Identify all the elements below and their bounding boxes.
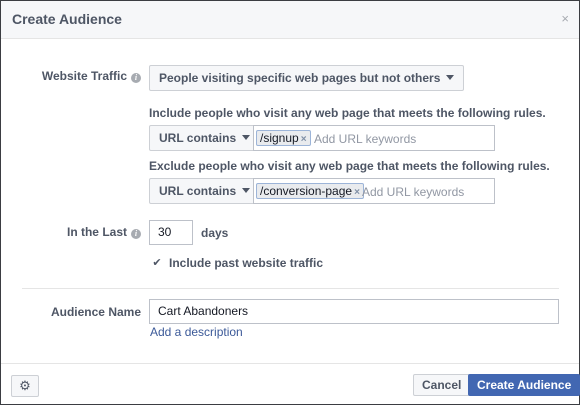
include-past-label: Include past website traffic — [169, 256, 324, 270]
footer-divider — [1, 363, 579, 364]
add-description-link[interactable]: Add a description — [150, 325, 243, 339]
info-icon[interactable]: i — [131, 73, 141, 83]
in-the-last-label-text: In the Last — [66, 225, 127, 239]
exclude-keywords-input[interactable]: /conversion-page × Add URL keywords — [253, 178, 495, 204]
cancel-button[interactable]: Cancel — [413, 374, 471, 396]
include-past-checkbox[interactable]: ✔ — [151, 257, 163, 269]
exclude-operator-dropdown[interactable]: URL contains — [149, 178, 261, 204]
exclude-keywords-placeholder: Add URL keywords — [362, 185, 465, 199]
include-keyword-token-text: /signup — [260, 131, 299, 145]
remove-token-icon[interactable]: × — [354, 187, 360, 198]
create-audience-dialog: Create Audience × Website Traffic i Peopl… — [0, 0, 580, 405]
include-keywords-input[interactable]: /signup × Add URL keywords — [253, 125, 495, 151]
include-keywords-placeholder: Add URL keywords — [314, 132, 417, 146]
section-divider — [22, 288, 559, 289]
audience-name-label: Audience Name — [50, 305, 141, 319]
close-icon[interactable]: × — [561, 11, 569, 26]
gear-icon[interactable]: ⚙ — [11, 375, 39, 397]
website-traffic-selected: People visiting specific web pages but n… — [159, 71, 441, 85]
chevron-down-icon — [446, 75, 455, 80]
include-keyword-token: /signup × — [256, 130, 311, 146]
dialog-title: Create Audience — [12, 11, 122, 27]
in-the-last-label: In the Last i — [21, 225, 141, 239]
days-unit-label: days — [201, 226, 229, 240]
include-rule-heading: Include people who visit any web page th… — [149, 106, 546, 120]
dialog-header: Create Audience × — [1, 1, 579, 39]
exclude-operator-label: URL contains — [159, 184, 237, 198]
website-traffic-label: Website Traffic i — [21, 69, 141, 83]
website-traffic-dropdown[interactable]: People visiting specific web pages but n… — [149, 65, 465, 91]
create-audience-button[interactable]: Create Audience — [468, 374, 580, 396]
days-input[interactable]: 30 — [149, 220, 193, 245]
remove-token-icon[interactable]: × — [301, 134, 307, 145]
include-operator-label: URL contains — [159, 131, 237, 145]
chevron-down-icon — [242, 135, 251, 140]
chevron-down-icon — [242, 188, 251, 193]
exclude-keyword-token: /conversion-page × — [256, 183, 364, 199]
exclude-rule-heading: Exclude people who visit any web page th… — [149, 159, 550, 173]
audience-name-input[interactable]: Cart Abandoners — [149, 299, 559, 324]
exclude-keyword-token-text: /conversion-page — [260, 184, 353, 198]
include-operator-dropdown[interactable]: URL contains — [149, 125, 261, 151]
info-icon[interactable]: i — [131, 229, 141, 239]
website-traffic-label-text: Website Traffic — [41, 69, 127, 83]
